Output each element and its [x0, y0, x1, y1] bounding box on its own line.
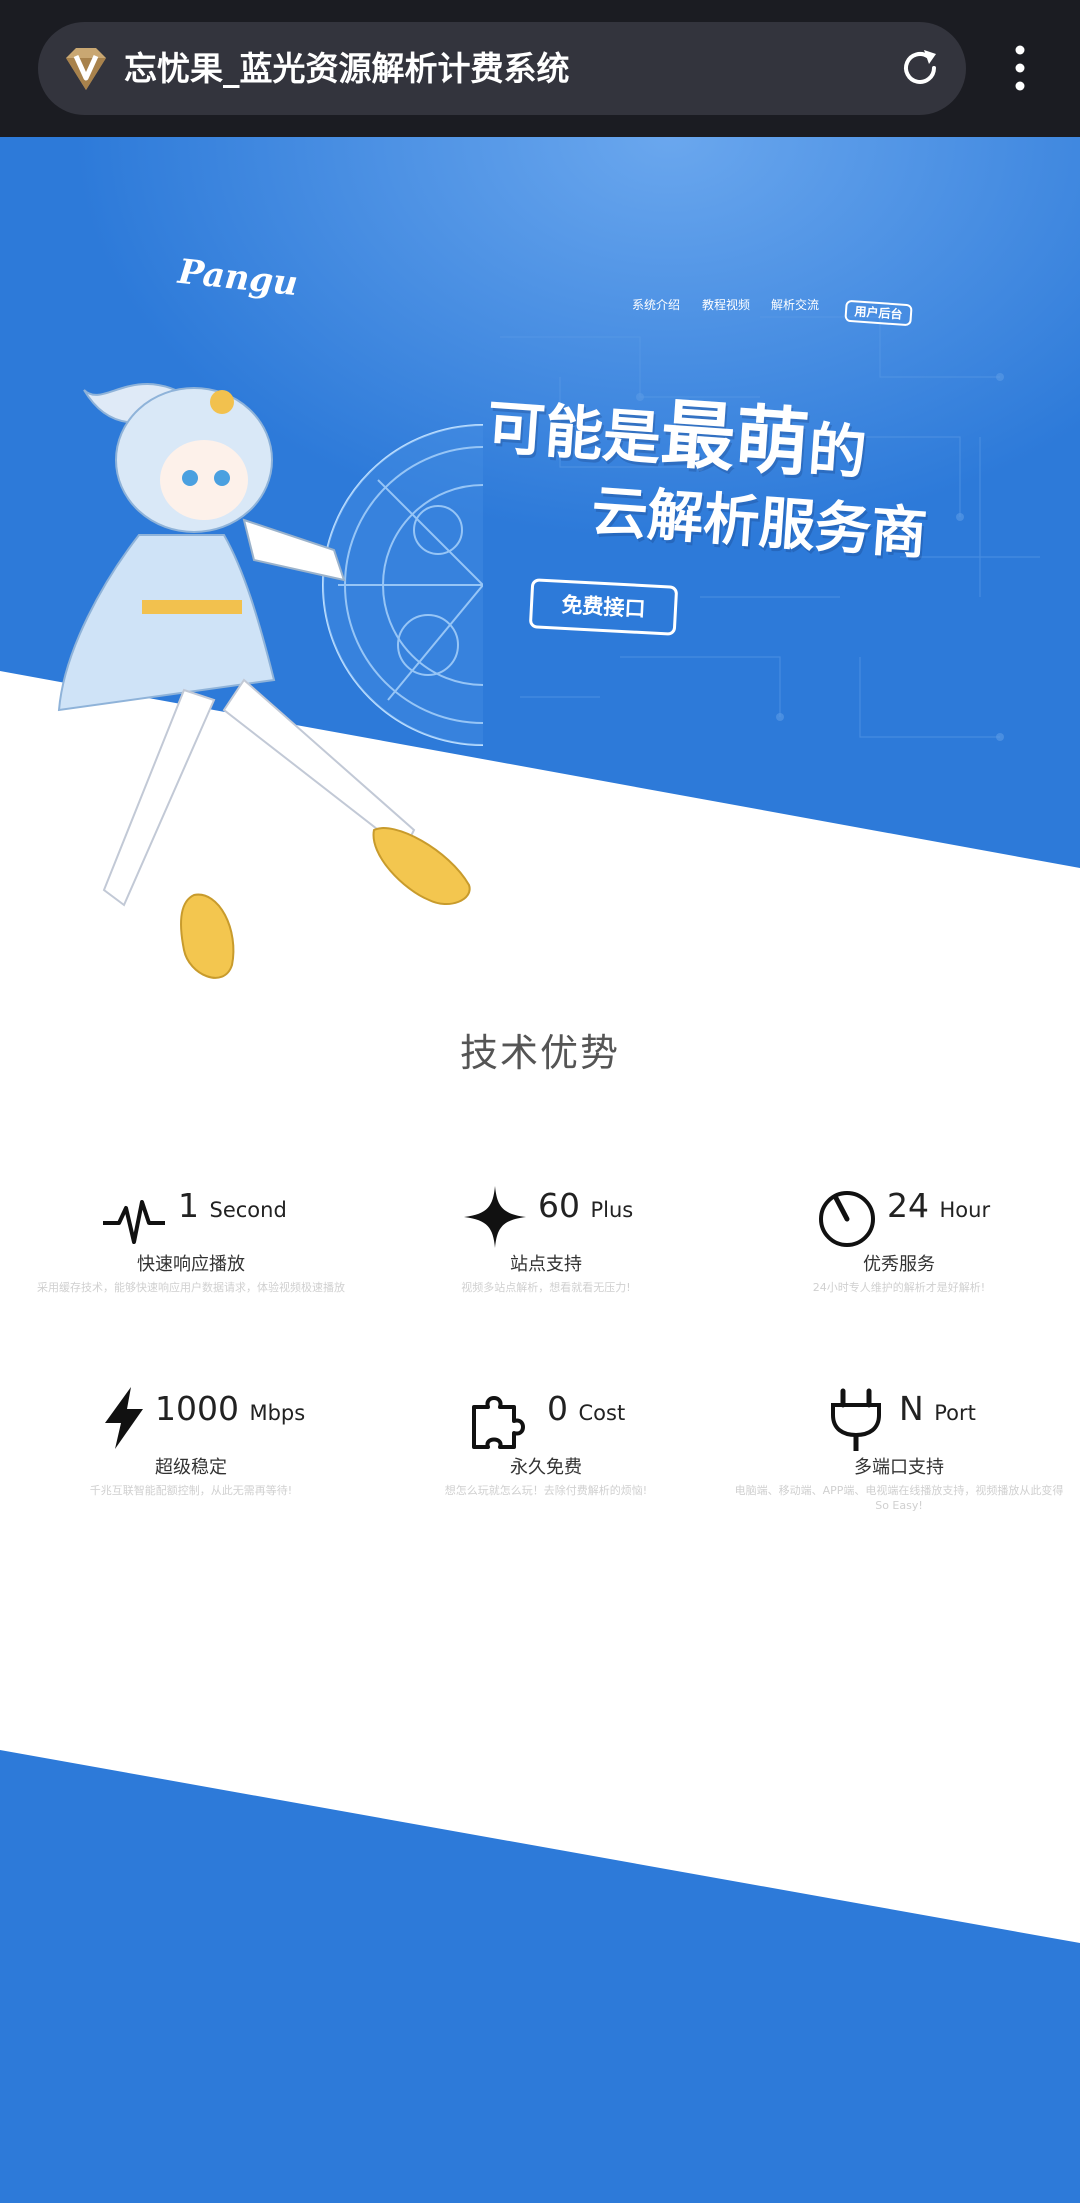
feature-description: 采用缓存技术，能够快速响应用户数据请求，体验视频极速播放: [37, 1281, 345, 1294]
diamond-v-icon: [66, 48, 106, 90]
feature-number: N Port: [899, 1389, 976, 1428]
timer-icon: [819, 1191, 875, 1247]
feature-number: 24 Hour: [887, 1186, 990, 1225]
feature-value: 1000: [155, 1389, 239, 1428]
vertical-dots-icon[interactable]: [1003, 42, 1037, 94]
feature-description: 24小时专人维护的解析才是好解析!: [812, 1281, 986, 1294]
feature-unit: Plus: [590, 1198, 634, 1222]
feature-service: 24 Hour 优秀服务 24小时专人维护的解析才是好解析!: [729, 1180, 1069, 1320]
slogan-part1: 可能是: [484, 393, 664, 474]
nav-item-intro[interactable]: 系统介绍: [632, 296, 680, 313]
feature-value: 1: [178, 1186, 199, 1225]
puzzle-icon: [472, 1396, 525, 1449]
feature-name: 永久免费: [510, 1457, 582, 1478]
plug-icon: [831, 1388, 881, 1451]
feature-stability: 1000 Mbps 超级稳定 千兆互联智能配额控制，从此无需再等待!: [21, 1383, 361, 1523]
feature-name: 优秀服务: [863, 1254, 935, 1275]
feature-name: 站点支持: [510, 1254, 582, 1275]
feature-unit: Hour: [939, 1198, 991, 1222]
slogan-part2: 的: [806, 415, 869, 488]
feature-value: N: [899, 1389, 924, 1428]
feature-number: 1 Second: [178, 1186, 287, 1225]
user-admin-button[interactable]: 用户后台: [844, 299, 913, 327]
mascot-character-illustration: [57, 382, 471, 979]
feature-description: 想怎么玩就怎么玩！去除付费解析的烦恼!: [444, 1484, 648, 1497]
feature-value: 60: [538, 1186, 580, 1225]
address-bar[interactable]: 忘忧果_蓝光资源解析计费系统: [38, 22, 966, 115]
feature-value: 0: [547, 1389, 568, 1428]
feature-name: 快速响应播放: [137, 1254, 245, 1275]
feature-value: 24: [887, 1186, 929, 1225]
feature-number: 0 Cost: [547, 1389, 625, 1428]
feature-free: 0 Cost 永久免费 想怎么玩就怎么玩！去除付费解析的烦恼!: [376, 1383, 716, 1523]
feature-site-support: 60 Plus 站点支持 视频多站点解析，想看就看无压力!: [376, 1180, 716, 1320]
reload-icon[interactable]: [896, 44, 944, 92]
nav-item-discussion[interactable]: 解析交流: [771, 296, 819, 313]
feature-name: 超级稳定: [155, 1457, 227, 1478]
feature-multi-port: N Port 多端口支持 电脑端、移动端、APP端、电视端在线播放支持，视频播放…: [729, 1383, 1069, 1523]
feature-number: 60 Plus: [538, 1186, 633, 1225]
feature-unit: Second: [209, 1198, 287, 1222]
feature-description: 电脑端、移动端、APP端、电视端在线播放支持，视频播放从此变得So Easy!: [734, 1484, 1064, 1512]
feature-name: 多端口支持: [854, 1457, 944, 1478]
lightning-icon: [105, 1387, 143, 1449]
feature-unit: Cost: [578, 1401, 626, 1425]
heartbeat-icon: [103, 1200, 165, 1244]
feature-description: 千兆互联智能配额控制，从此无需再等待!: [89, 1484, 293, 1497]
browser-toolbar: 忘忧果_蓝光资源解析计费系统: [0, 0, 1080, 137]
feature-fast-response: 1 Second 快速响应播放 采用缓存技术，能够快速响应用户数据请求，体验视频…: [21, 1180, 361, 1320]
feature-number: 1000 Mbps: [155, 1389, 305, 1428]
feature-description: 视频多站点解析，想看就看无压力!: [461, 1281, 631, 1294]
footer-background: [0, 1750, 1080, 2203]
page-title: 忘忧果_蓝光资源解析计费系统: [124, 49, 570, 88]
nav-item-tutorial[interactable]: 教程视频: [702, 296, 750, 313]
section-title: 技术优势: [459, 1031, 620, 1075]
feature-unit: Port: [934, 1401, 976, 1425]
sparkle-star-icon: [464, 1186, 526, 1248]
free-api-button[interactable]: 免费接口: [528, 578, 679, 636]
feature-unit: Mbps: [249, 1401, 306, 1425]
